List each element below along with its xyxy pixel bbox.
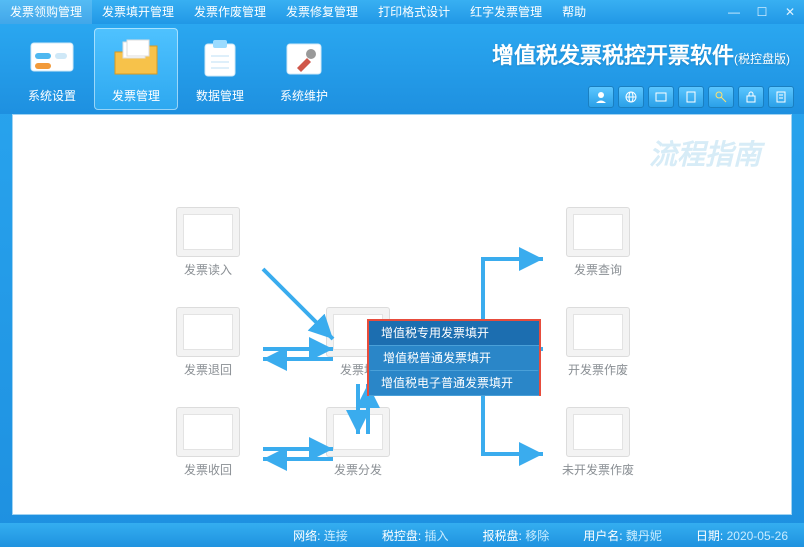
doc-search-icon	[566, 207, 630, 257]
menu-invoice-repair[interactable]: 发票修复管理	[276, 0, 368, 24]
menu-invoice-purchase[interactable]: 发票领购管理	[0, 0, 92, 24]
clipboard-icon	[192, 35, 248, 83]
node-invoice-query[interactable]: 发票查询	[553, 207, 643, 278]
app-title: 增值税发票税控开票软件(税控盘版)	[492, 38, 790, 70]
settings-icon	[24, 35, 80, 83]
app-window: 发票领购管理 发票填开管理 发票作废管理 发票修复管理 打印格式设计 红字发票管…	[0, 0, 804, 547]
node-label: 开发票作废	[568, 363, 628, 377]
doc-void2-icon	[566, 407, 630, 457]
invoice-fill-popup: 增值税专用发票填开 增值税普通发票填开 增值税电子普通发票填开	[367, 319, 541, 396]
window-controls: — ☐ ✕	[720, 0, 804, 24]
menu-print-design[interactable]: 打印格式设计	[368, 0, 460, 24]
folder-icon	[108, 35, 164, 83]
node-invoice-void-unopen[interactable]: 未开发票作废	[553, 407, 643, 478]
doc-void-icon	[566, 307, 630, 357]
status-date: 日期: 2020-05-26	[696, 527, 788, 544]
toolbar-label: 系统设置	[28, 87, 76, 104]
app-title-suffix: (税控盘版)	[734, 52, 790, 66]
window-icon[interactable]	[648, 86, 674, 108]
toolbar-label: 系统维护	[280, 87, 328, 104]
lock-icon[interactable]	[738, 86, 764, 108]
minimize-button[interactable]: —	[720, 0, 748, 24]
popup-vat-electronic[interactable]: 增值税电子普通发票填开	[369, 371, 539, 396]
menu-help[interactable]: 帮助	[552, 0, 596, 24]
node-label: 未开发票作废	[562, 463, 634, 477]
note-icon[interactable]	[768, 86, 794, 108]
app-title-text: 增值税发票税控开票软件	[492, 43, 734, 68]
toolbar-system-maintenance[interactable]: 系统维护	[262, 28, 346, 110]
popup-vat-special[interactable]: 增值税专用发票填开	[369, 321, 539, 346]
toolbar-right-icons	[588, 86, 794, 108]
main-toolbar: 系统设置 发票管理 数据管理 系统维护 增值税发票税控开票软件(税控盘版)	[0, 24, 804, 114]
node-invoice-void-open[interactable]: 开发票作废	[553, 307, 643, 378]
menu-red-invoice[interactable]: 红字发票管理	[460, 0, 552, 24]
node-label: 发票查询	[574, 263, 622, 277]
status-network: 网络: 连接	[293, 527, 348, 544]
maximize-button[interactable]: ☐	[748, 0, 776, 24]
menu-invoice-fill[interactable]: 发票填开管理	[92, 0, 184, 24]
close-button[interactable]: ✕	[776, 0, 804, 24]
toolbar-invoice-management[interactable]: 发票管理	[94, 28, 178, 110]
key-icon[interactable]	[708, 86, 734, 108]
toolbar-label: 发票管理	[112, 87, 160, 104]
menu-bar: 发票领购管理 发票填开管理 发票作废管理 发票修复管理 打印格式设计 红字发票管…	[0, 0, 804, 24]
user-icon[interactable]	[588, 86, 614, 108]
status-reportdisk: 报税盘: 移除	[483, 527, 550, 544]
toolbar-label: 数据管理	[196, 87, 244, 104]
flow-diagram: 发票读入 发票退回 发票收回 发票填 发票分发 发票查询	[13, 115, 791, 514]
popup-vat-normal[interactable]: 增值税普通发票填开	[369, 346, 539, 371]
status-username: 用户名: 魏丹妮	[583, 527, 662, 544]
toolbar-data-management[interactable]: 数据管理	[178, 28, 262, 110]
page-icon[interactable]	[678, 86, 704, 108]
content-area: 流程指南 发票读入 发票退回 发票收回 发票填 发票分发	[12, 114, 792, 515]
status-bar: 网络: 连接 税控盘: 插入 报税盘: 移除 用户名: 魏丹妮 日期: 2020…	[0, 523, 804, 547]
status-taxdisk: 税控盘: 插入	[382, 527, 449, 544]
tools-icon	[276, 35, 332, 83]
toolbar-system-settings[interactable]: 系统设置	[10, 28, 94, 110]
globe-icon[interactable]	[618, 86, 644, 108]
menu-invoice-void[interactable]: 发票作废管理	[184, 0, 276, 24]
